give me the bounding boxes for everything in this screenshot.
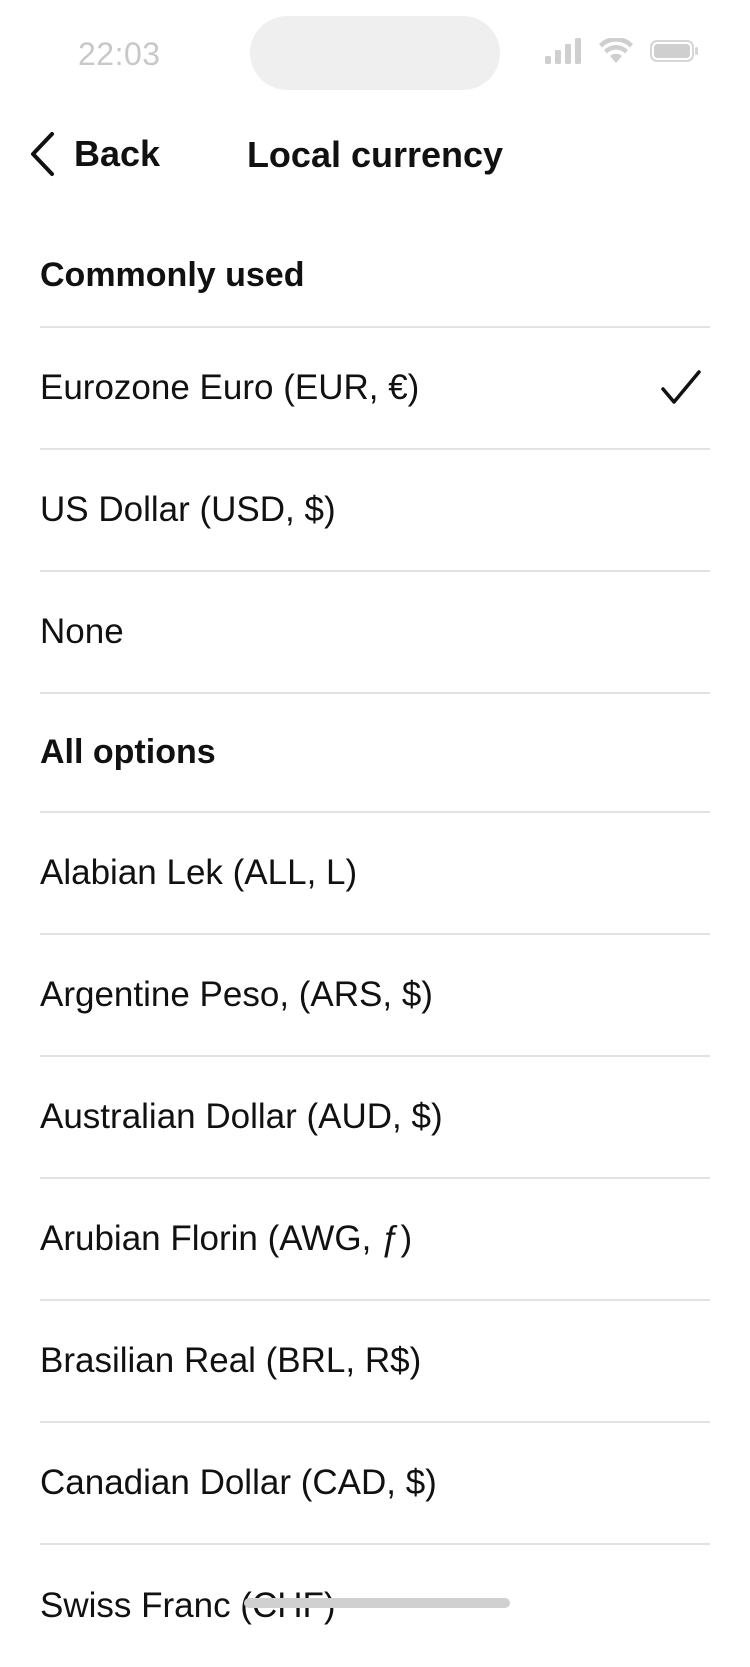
dynamic-island	[250, 16, 500, 90]
currency-label: Brasilian Real (BRL, R$)	[40, 1341, 422, 1380]
currency-row-ars[interactable]: Argentine Peso, (ARS, $)	[40, 935, 710, 1057]
checkmark-icon	[661, 370, 701, 404]
chevron-left-icon	[31, 132, 54, 176]
currency-label: None	[40, 612, 124, 651]
currency-label: Arubian Florin (AWG, ƒ)	[40, 1219, 413, 1258]
back-button[interactable]: Back	[28, 128, 160, 180]
currency-row-usd[interactable]: US Dollar (USD, $)	[40, 450, 710, 572]
signal-icon	[545, 38, 581, 64]
home-indicator	[244, 1598, 510, 1608]
currency-label: US Dollar (USD, $)	[40, 490, 336, 529]
section-header-all-options: All options	[40, 694, 710, 813]
back-label: Back	[74, 133, 161, 174]
status-bar: 22:03	[0, 0, 750, 110]
currency-label: Alabian Lek (ALL, L)	[40, 853, 358, 892]
currency-list: Commonly used Eurozone Euro (EUR, €) US …	[40, 224, 710, 1667]
currency-label: Eurozone Euro (EUR, €)	[40, 368, 420, 407]
status-time: 22:03	[78, 36, 161, 72]
status-icons	[545, 38, 705, 68]
currency-row-aud[interactable]: Australian Dollar (AUD, $)	[40, 1057, 710, 1179]
currency-row-none[interactable]: None	[40, 572, 710, 694]
currency-row-brl[interactable]: Brasilian Real (BRL, R$)	[40, 1301, 710, 1423]
nav-bar: Local currency Back	[0, 118, 750, 190]
battery-icon	[650, 40, 698, 62]
currency-row-eur[interactable]: Eurozone Euro (EUR, €)	[40, 328, 710, 450]
currency-label: Argentine Peso, (ARS, $)	[40, 975, 433, 1014]
currency-row-all[interactable]: Alabian Lek (ALL, L)	[40, 813, 710, 935]
currency-label: Australian Dollar (AUD, $)	[40, 1097, 443, 1136]
section-header-commonly-used: Commonly used	[40, 224, 710, 328]
currency-row-awg[interactable]: Arubian Florin (AWG, ƒ)	[40, 1179, 710, 1301]
wifi-icon	[599, 38, 633, 63]
currency-label: Canadian Dollar (CAD, $)	[40, 1463, 437, 1502]
currency-row-cad[interactable]: Canadian Dollar (CAD, $)	[40, 1423, 710, 1545]
